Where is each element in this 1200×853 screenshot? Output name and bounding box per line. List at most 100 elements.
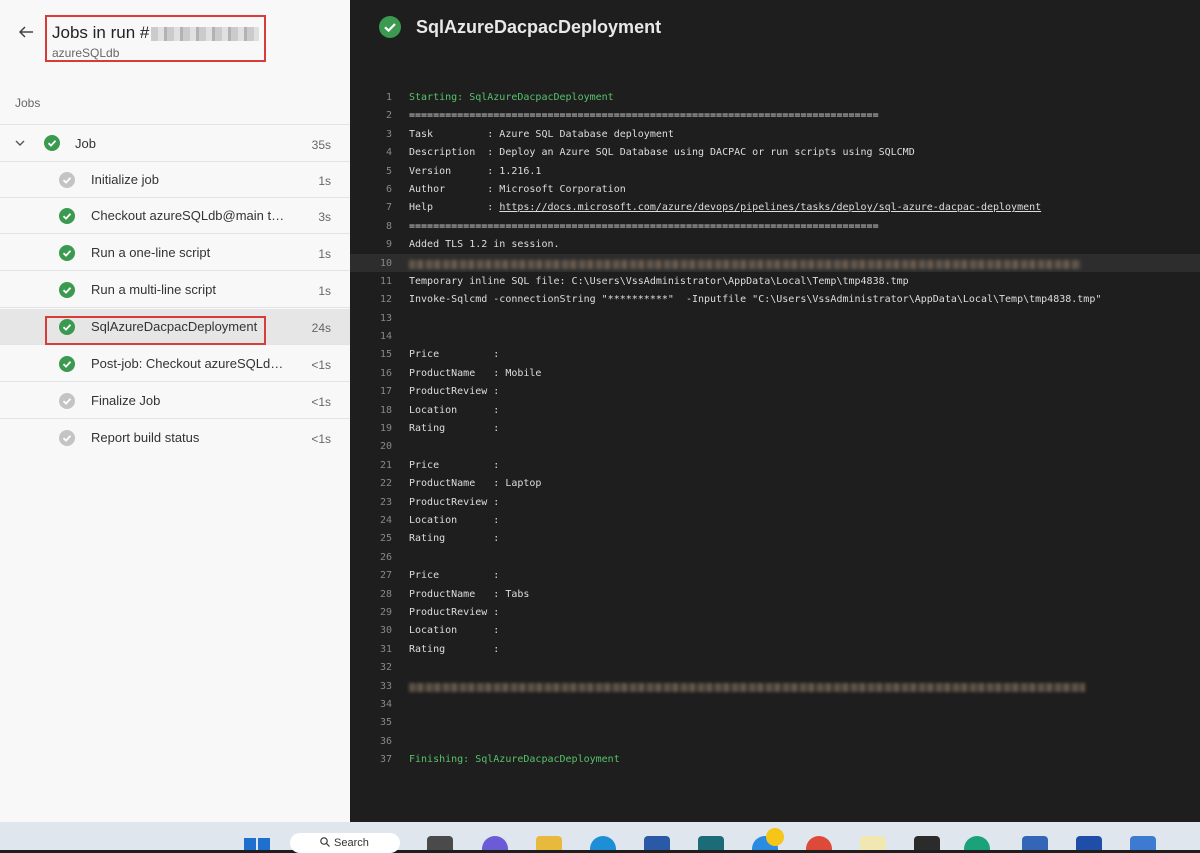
- step-label: Post-job: Checkout azureSQLdb…: [91, 356, 286, 371]
- log-line: 16 ProductName : Mobile: [350, 364, 1200, 382]
- log-line: 14: [350, 327, 1200, 345]
- job-group-label: Job: [75, 136, 96, 151]
- log-text: Rating :: [409, 643, 500, 655]
- app-icon[interactable]: [1022, 836, 1048, 850]
- calendar-icon[interactable]: [1130, 836, 1156, 850]
- step-label: Report build status: [91, 430, 200, 445]
- log-line: 4 Description : Deploy an Azure SQL Datab…: [350, 143, 1200, 161]
- job-group-duration: 35s: [311, 138, 331, 152]
- windows-start-icon[interactable]: [244, 836, 272, 850]
- line-number: 32: [379, 662, 392, 674]
- pending-check-icon: [59, 430, 75, 446]
- step-row[interactable]: Run a multi-line script 1s: [0, 272, 350, 308]
- taskview-icon[interactable]: [427, 836, 453, 850]
- redacted-log-text: [409, 682, 1085, 692]
- log-text: Task : Azure SQL Database deployment: [409, 128, 674, 140]
- step-label: Run a one-line script: [91, 245, 211, 260]
- line-number: 11: [379, 275, 392, 287]
- log-text: Price :: [409, 349, 500, 361]
- line-number: 8: [385, 220, 392, 232]
- help-link[interactable]: https://docs.microsoft.com/azure/devops/…: [499, 202, 1041, 213]
- step-row[interactable]: Report build status <1s: [0, 420, 350, 456]
- log-text: Price :: [409, 459, 500, 471]
- log-text: Version : 1.216.1: [409, 165, 542, 177]
- app-icon[interactable]: [1076, 836, 1102, 850]
- log-line: 34: [350, 695, 1200, 713]
- pending-check-icon: [59, 172, 75, 188]
- pending-check-icon: [59, 393, 75, 409]
- log-line: 7 Help : https://docs.microsoft.com/azure…: [350, 198, 1200, 216]
- step-label: Run a multi-line script: [91, 282, 216, 297]
- log-line: 8 =======================================…: [350, 217, 1200, 235]
- step-row[interactable]: Checkout azureSQLdb@main to s 3s: [0, 198, 350, 234]
- log-text: Invoke-Sqlcmd -connectionString "*******…: [409, 294, 1102, 306]
- run-header: Jobs in run # azureSQLdb: [0, 0, 350, 75]
- search-icon: [320, 837, 330, 847]
- app-icon[interactable]: [964, 836, 990, 850]
- log-line: 25 Rating :: [350, 529, 1200, 547]
- terminal-icon[interactable]: [914, 836, 940, 850]
- log-text: Location :: [409, 404, 500, 416]
- line-number: 23: [379, 496, 392, 508]
- log-output[interactable]: 1 Starting: SqlAzureDacpacDeployment 2 ===…: [350, 88, 1200, 768]
- search-text: Search: [334, 837, 369, 849]
- line-number: 27: [379, 570, 392, 582]
- line-number: 7: [385, 202, 392, 214]
- line-number: 24: [379, 514, 392, 526]
- step-row[interactable]: Run a one-line script 1s: [0, 235, 350, 271]
- success-check-icon: [44, 135, 60, 151]
- log-text: ProductReview :: [409, 606, 500, 618]
- log-line: 6 Author : Microsoft Corporation: [350, 180, 1200, 198]
- log-text: ProductName : Laptop: [409, 478, 542, 490]
- line-number: 4: [385, 147, 392, 159]
- file-explorer-icon[interactable]: [536, 836, 562, 850]
- taskbar-search[interactable]: Search: [290, 833, 400, 853]
- back-arrow-icon[interactable]: [16, 22, 36, 42]
- line-number: 14: [379, 331, 392, 343]
- line-number: 12: [379, 294, 392, 306]
- page-title: Jobs in run #: [52, 23, 260, 43]
- log-text: Location :: [409, 514, 500, 526]
- pipeline-name: azureSQLdb: [52, 46, 120, 60]
- chat-icon[interactable]: [482, 836, 508, 850]
- line-number: 13: [379, 312, 392, 324]
- step-row[interactable]: Post-job: Checkout azureSQLdb… <1s: [0, 346, 350, 382]
- notes-icon[interactable]: [860, 836, 886, 850]
- log-text: Help : https://docs.microsoft.com/azure/…: [409, 202, 1041, 213]
- line-number: 28: [379, 588, 392, 600]
- log-line: 12 Invoke-Sqlcmd -connectionString "*****…: [350, 290, 1200, 308]
- log-text: ProductReview :: [409, 496, 500, 508]
- log-line: 26: [350, 548, 1200, 566]
- app-icon[interactable]: [698, 836, 724, 850]
- divider: [0, 124, 350, 125]
- log-title: SqlAzureDacpacDeployment: [416, 17, 662, 37]
- log-text: Added TLS 1.2 in session.: [409, 239, 560, 251]
- success-check-icon: [379, 16, 401, 38]
- line-number: 37: [379, 754, 392, 766]
- log-line: 1 Starting: SqlAzureDacpacDeployment: [350, 88, 1200, 106]
- step-duration: <1s: [311, 358, 331, 372]
- log-line: 36: [350, 732, 1200, 750]
- log-text: Finishing: SqlAzureDacpacDeployment: [409, 754, 620, 766]
- step-row[interactable]: Finalize Job <1s: [0, 383, 350, 419]
- log-text: ProductName : Tabs: [409, 588, 530, 600]
- log-text: ProductReview :: [409, 386, 500, 398]
- step-duration: 1s: [318, 284, 331, 298]
- log-text: Price :: [409, 570, 500, 582]
- job-group-row[interactable]: Job 35s: [0, 126, 350, 162]
- store-icon[interactable]: [644, 836, 670, 850]
- log-text: Rating :: [409, 533, 500, 545]
- line-number: 2: [385, 110, 392, 122]
- log-text: Rating :: [409, 423, 500, 435]
- log-line: 24 Location :: [350, 511, 1200, 529]
- log-line: 13: [350, 309, 1200, 327]
- edge-icon[interactable]: [590, 836, 616, 850]
- log-line: 29 ProductReview :: [350, 603, 1200, 621]
- notification-badge-icon: [766, 828, 784, 846]
- chevron-down-icon[interactable]: [14, 137, 26, 149]
- chrome-icon[interactable]: [806, 836, 832, 850]
- step-row[interactable]: Initialize job 1s: [0, 162, 350, 198]
- success-check-icon: [59, 282, 75, 298]
- redacted-log-text: [409, 259, 1081, 269]
- log-line: 18 Location :: [350, 401, 1200, 419]
